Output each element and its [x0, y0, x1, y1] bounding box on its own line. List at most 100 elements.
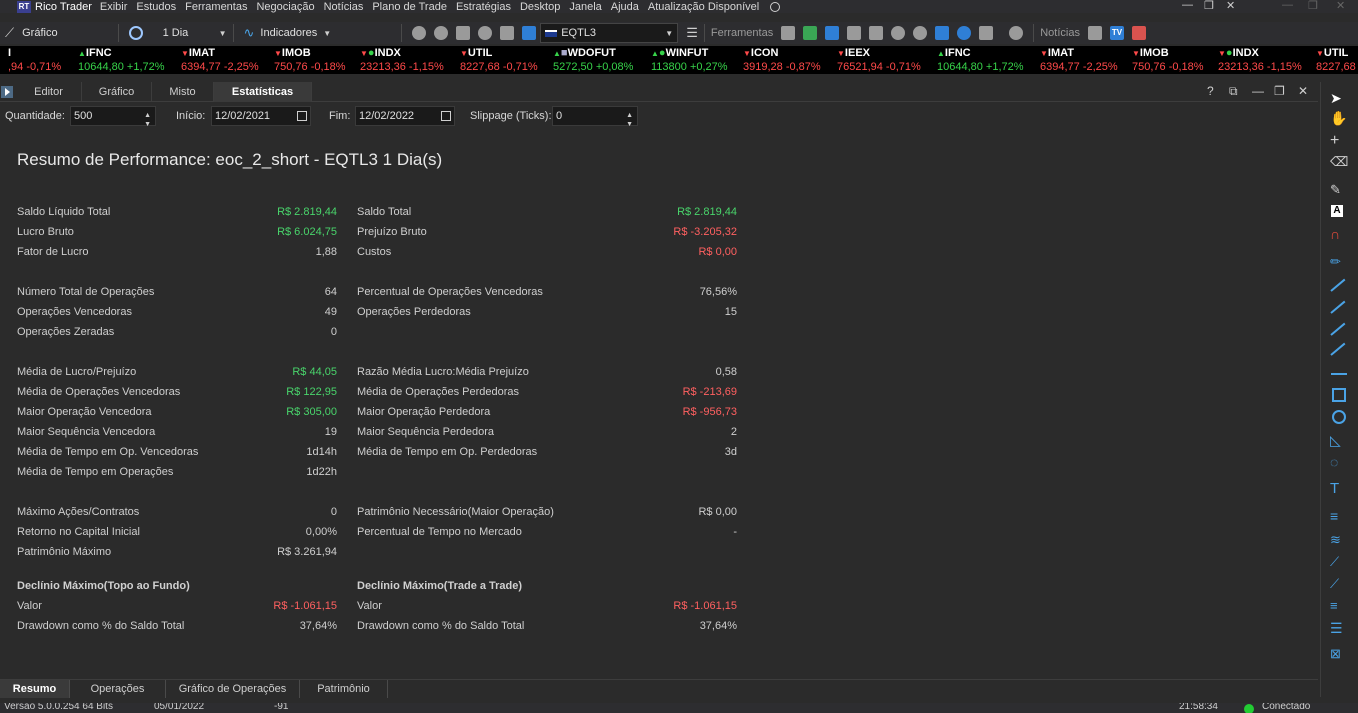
- menu-plano-de-trade[interactable]: Plano de Trade: [372, 1, 447, 13]
- play-icon[interactable]: [1, 86, 13, 98]
- triangle-icon[interactable]: ◺: [1330, 432, 1346, 448]
- minimize-icon[interactable]: —: [1182, 0, 1193, 11]
- layout-icon[interactable]: [522, 26, 537, 40]
- quantity-input[interactable]: 500 ▲ ▼: [70, 106, 156, 128]
- fib-projection-icon[interactable]: ≡: [1330, 598, 1346, 614]
- tab-misto[interactable]: Misto: [152, 82, 214, 102]
- alarm-icon[interactable]: [891, 26, 906, 40]
- tab-estatisticas[interactable]: Estatísticas: [214, 82, 312, 102]
- help-icon[interactable]: ?: [1207, 84, 1214, 98]
- cart-icon[interactable]: [935, 26, 950, 40]
- stat-value: 64: [324, 286, 337, 298]
- menu-negociacao[interactable]: Negociação: [256, 1, 314, 13]
- period-select[interactable]: 1 Dia: [163, 27, 215, 39]
- chart-type-icon[interactable]: [500, 26, 515, 40]
- fibonacci-icon[interactable]: ≡: [1330, 508, 1346, 524]
- channel-icon[interactable]: [1330, 342, 1346, 356]
- pattern-icon[interactable]: ⊠: [1330, 646, 1346, 662]
- horizontal-line-icon[interactable]: [1331, 373, 1347, 375]
- tab-operacoes[interactable]: Operações: [70, 680, 166, 698]
- trendline-icon[interactable]: [1330, 278, 1346, 292]
- strategy-icon[interactable]: [957, 26, 972, 40]
- text-style-icon[interactable]: A: [1331, 205, 1343, 217]
- times-trades-icon[interactable]: [847, 26, 862, 40]
- menu-ferramentas[interactable]: Ferramentas: [185, 1, 247, 13]
- tab-patrimonio[interactable]: Patrimônio: [300, 680, 388, 698]
- crosshair-icon[interactable]: [456, 26, 471, 40]
- eraser-icon[interactable]: ⌫: [1330, 154, 1348, 170]
- close-panel-icon[interactable]: ✕: [1298, 84, 1308, 98]
- detach-icon[interactable]: ⧉: [1229, 84, 1238, 99]
- calendar-icon[interactable]: [297, 111, 307, 121]
- arc-icon[interactable]: ◌: [1330, 454, 1346, 470]
- app-minimize-icon[interactable]: —: [1282, 0, 1293, 11]
- fib-fan-icon[interactable]: ⟋: [1330, 554, 1346, 570]
- menu-estudos[interactable]: Estudos: [136, 1, 176, 13]
- magnet-icon[interactable]: ∩: [1330, 226, 1346, 242]
- text-tool-icon[interactable]: T: [1330, 480, 1346, 497]
- tab-resumo[interactable]: Resumo: [0, 680, 70, 698]
- tab-editor[interactable]: Editor: [16, 82, 82, 102]
- minimize-panel-icon[interactable]: —: [1252, 84, 1264, 98]
- pencil-icon[interactable]: ✏: [1330, 254, 1346, 270]
- fib-extension-icon[interactable]: ⟋: [1330, 576, 1346, 592]
- us-flag-icon: ■: [560, 47, 568, 59]
- symbol-select[interactable]: EQTL3 ▼: [540, 23, 679, 43]
- app-restore-icon[interactable]: ❐: [1308, 0, 1318, 12]
- depth-icon[interactable]: [869, 26, 884, 40]
- close-icon[interactable]: ✕: [1226, 0, 1235, 12]
- stat-row: Patrimônio Máximo R$ 3.261,94: [17, 546, 337, 562]
- fib-circles-icon[interactable]: ≋: [1330, 532, 1346, 548]
- extended-line-icon[interactable]: [1330, 322, 1346, 336]
- stat-row: Operações Vencedoras 49: [17, 306, 337, 322]
- menu-estrategias[interactable]: Estratégias: [456, 1, 511, 13]
- tv-icon[interactable]: TV: [1109, 26, 1124, 40]
- slippage-input[interactable]: 0 ▲ ▼: [552, 106, 638, 128]
- news-icon[interactable]: [1087, 26, 1102, 40]
- calendar-icon[interactable]: [441, 111, 451, 121]
- separator: [401, 24, 403, 42]
- menu-exibir[interactable]: Exibir: [100, 1, 128, 13]
- book-icon[interactable]: [825, 26, 840, 40]
- tab-grafico-operacoes[interactable]: Gráfico de Operações: [166, 680, 300, 698]
- money-icon[interactable]: [1131, 26, 1146, 40]
- cursor-icon[interactable]: ➤: [1330, 90, 1346, 106]
- menu-ajuda[interactable]: Ajuda: [611, 1, 639, 13]
- menu-janela[interactable]: Janela: [569, 1, 601, 13]
- stat-label: Patrimônio Necessário(Maior Operação): [357, 506, 554, 518]
- stat-label: Maior Operação Perdedora: [357, 406, 491, 418]
- restore-icon[interactable]: ❐: [1204, 0, 1214, 12]
- ellipse-icon[interactable]: [1332, 410, 1346, 424]
- menu-desktop[interactable]: Desktop: [520, 1, 560, 13]
- indicators-button[interactable]: Indicadores: [260, 27, 317, 39]
- rectangle-icon[interactable]: [1332, 388, 1346, 402]
- ray-icon[interactable]: [1330, 300, 1346, 314]
- menu-atualizacao[interactable]: Atualização Disponível: [648, 1, 759, 13]
- app-close-icon[interactable]: ✕: [1336, 0, 1345, 12]
- zoom-in-icon[interactable]: [412, 26, 427, 40]
- chevron-down-icon[interactable]: ▼: [323, 29, 331, 38]
- edit-icon[interactable]: ✎: [1330, 182, 1346, 198]
- list-icon[interactable]: ☰: [686, 25, 698, 41]
- clock-icon[interactable]: [128, 26, 143, 40]
- fib-levels-icon[interactable]: ☰: [1330, 620, 1346, 636]
- search-icon[interactable]: [770, 1, 781, 12]
- chart-label[interactable]: Gráfico: [22, 27, 57, 39]
- zoom-out-icon[interactable]: [434, 26, 449, 40]
- hand-icon[interactable]: ✋: [1330, 110, 1347, 126]
- education-icon[interactable]: [979, 26, 994, 40]
- chevron-down-icon[interactable]: ▼: [219, 29, 227, 38]
- buy-sell-icon[interactable]: [803, 26, 818, 40]
- maximize-panel-icon[interactable]: ❐: [1274, 84, 1285, 98]
- tab-grafico[interactable]: Gráfico: [82, 82, 152, 102]
- menu-noticias[interactable]: Notícias: [324, 1, 364, 13]
- play-icon[interactable]: [913, 26, 928, 40]
- crosshair-icon[interactable]: +: [1330, 132, 1346, 149]
- start-date-input[interactable]: 12/02/2021: [211, 106, 311, 126]
- version-text: Versão 5.0.0.254 64 Bits: [4, 703, 113, 712]
- grid-tool-icon[interactable]: [781, 26, 796, 40]
- gear-icon[interactable]: [1009, 26, 1024, 40]
- end-date-input[interactable]: 12/02/2022: [355, 106, 455, 126]
- stat-row: Máximo Ações/Contratos 0: [17, 506, 337, 522]
- replay-icon[interactable]: [478, 26, 493, 40]
